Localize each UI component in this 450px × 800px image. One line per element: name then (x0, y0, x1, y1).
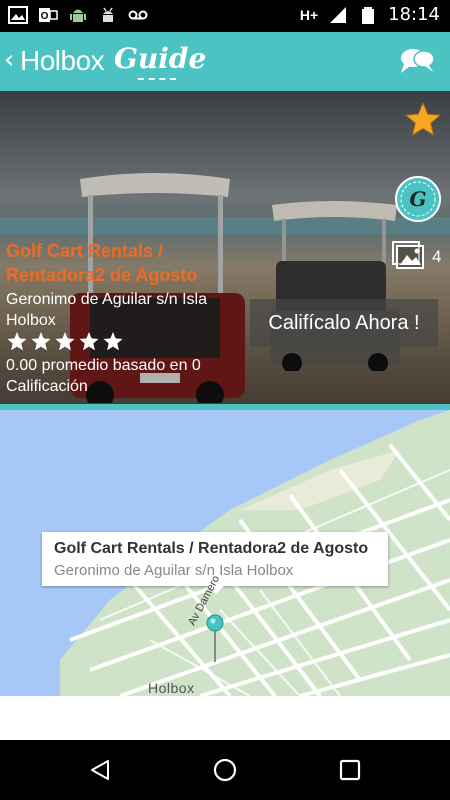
favorite-star-icon[interactable] (404, 101, 442, 137)
navigation-bar (0, 740, 450, 800)
status-bar: O H+ 18:14 (0, 0, 450, 32)
android-robot-icon (70, 9, 86, 22)
info-window-address: Geronimo de Aguilar s/n Isla Holbox (54, 562, 294, 579)
svg-text:O: O (41, 11, 49, 22)
place-hero: G 4 Golf Cart Rentals / Rentadora2 de Ag… (0, 91, 450, 405)
home-icon[interactable] (212, 757, 238, 783)
network-type: H+ (299, 6, 319, 23)
bottom-panel (0, 696, 450, 740)
town-label: Holbox (148, 680, 195, 696)
location-map[interactable]: Golf Cart Rentals / Rentadora2 de Agosto… (0, 410, 450, 696)
rating-star-3 (55, 332, 75, 351)
brand-logo-script: Guide (114, 42, 207, 75)
back-icon[interactable] (88, 758, 112, 782)
back-chevron-icon[interactable]: ‹ (4, 45, 14, 75)
rating-stars (7, 332, 123, 351)
guide-badge-icon[interactable]: G (394, 175, 442, 223)
rating-summary: 0.00 promedio basado en 0 Calificación (6, 357, 201, 395)
brand-logo: Holbox (20, 45, 105, 76)
info-window-title: Golf Cart Rentals / Rentadora2 de Agosto (54, 540, 369, 557)
place-address: Geronimo de Aguilar s/n Isla Holbox (6, 291, 207, 329)
gallery-icon (392, 241, 424, 269)
signal-icon (330, 6, 347, 23)
image-icon (8, 6, 28, 24)
outlook-icon: O (39, 8, 58, 22)
clock: 18:14 (388, 4, 440, 25)
place-title: Golf Cart Rentals / Rentadora2 de Agosto (6, 241, 198, 285)
recent-apps-icon[interactable] (338, 758, 362, 782)
battery-icon (362, 6, 375, 24)
voicemail-icon (128, 10, 148, 20)
photo-count: 4 (432, 247, 442, 266)
rating-star-5 (103, 332, 123, 351)
android-debug-icon (103, 7, 113, 22)
rating-star-1 (7, 332, 27, 351)
photo-gallery-button[interactable]: 4 (390, 237, 450, 275)
chat-bubbles-icon[interactable] (398, 46, 436, 76)
rating-star-4 (79, 332, 99, 351)
rate-now-button[interactable]: Califícalo Ahora ! (250, 299, 438, 347)
svg-text:G: G (409, 187, 426, 211)
brand-underline (138, 78, 176, 80)
rating-star-2 (31, 332, 51, 351)
map-pin-icon[interactable] (206, 614, 224, 662)
app-bar: ‹ Holbox Guide (0, 32, 450, 91)
